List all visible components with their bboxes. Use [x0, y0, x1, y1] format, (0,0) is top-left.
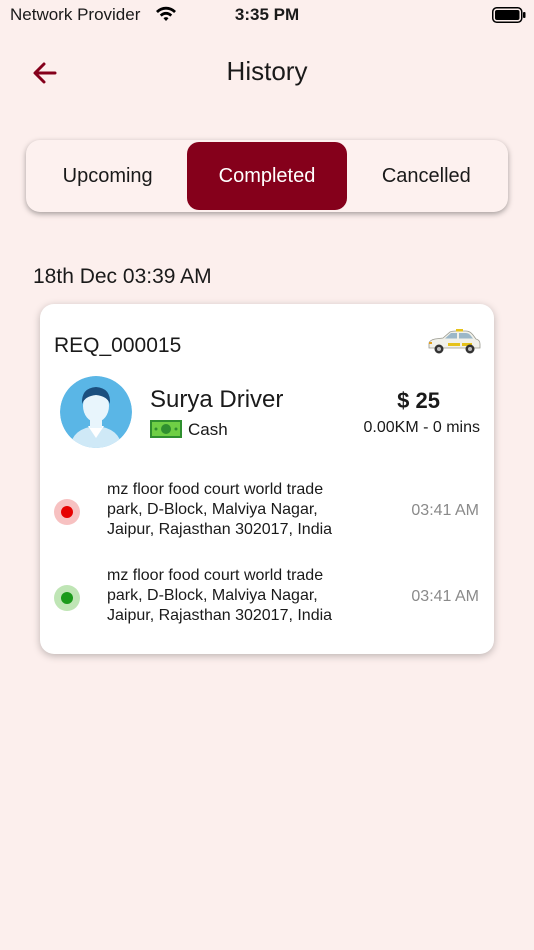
- status-bar: Network Provider 3:35 PM: [0, 0, 534, 30]
- payment-method: Cash: [188, 420, 228, 439]
- page-title: History: [226, 56, 308, 86]
- pickup-address: mz floor food court world trade park, D-…: [107, 481, 333, 538]
- tab-cancelled[interactable]: Cancelled: [347, 142, 506, 210]
- distance-duration: 0.00KM - 0 mins: [363, 419, 480, 436]
- tab-completed[interactable]: Completed: [187, 142, 347, 210]
- ride-date: 18th Dec 03:39 AM: [33, 265, 212, 288]
- drop-marker-icon: [54, 585, 80, 611]
- ride-card[interactable]: REQ_000015 Surya Driver Cash $ 25 0.00KM: [40, 304, 494, 654]
- pickup-time: 03:41 AM: [411, 502, 479, 519]
- drop-address: mz floor food court world trade park, D-…: [107, 567, 333, 624]
- battery-icon: [492, 7, 526, 23]
- tab-upcoming[interactable]: Upcoming: [28, 142, 187, 210]
- driver-avatar: [60, 376, 132, 448]
- request-id: REQ_000015: [54, 334, 182, 357]
- drop-time: 03:41 AM: [411, 588, 479, 605]
- cash-icon: [150, 420, 182, 438]
- status-time: 3:35 PM: [234, 5, 300, 24]
- pickup-marker-icon: [54, 499, 80, 525]
- car-icon: [428, 329, 481, 354]
- fare-amount: $ 25: [397, 388, 440, 413]
- drop-stop: mz floor food court world trade park, D-…: [40, 566, 494, 636]
- pickup-stop: mz floor food court world trade park, D-…: [40, 480, 494, 550]
- driver-name: Surya Driver: [150, 386, 284, 413]
- history-tabs: Upcoming Completed Cancelled: [26, 140, 508, 212]
